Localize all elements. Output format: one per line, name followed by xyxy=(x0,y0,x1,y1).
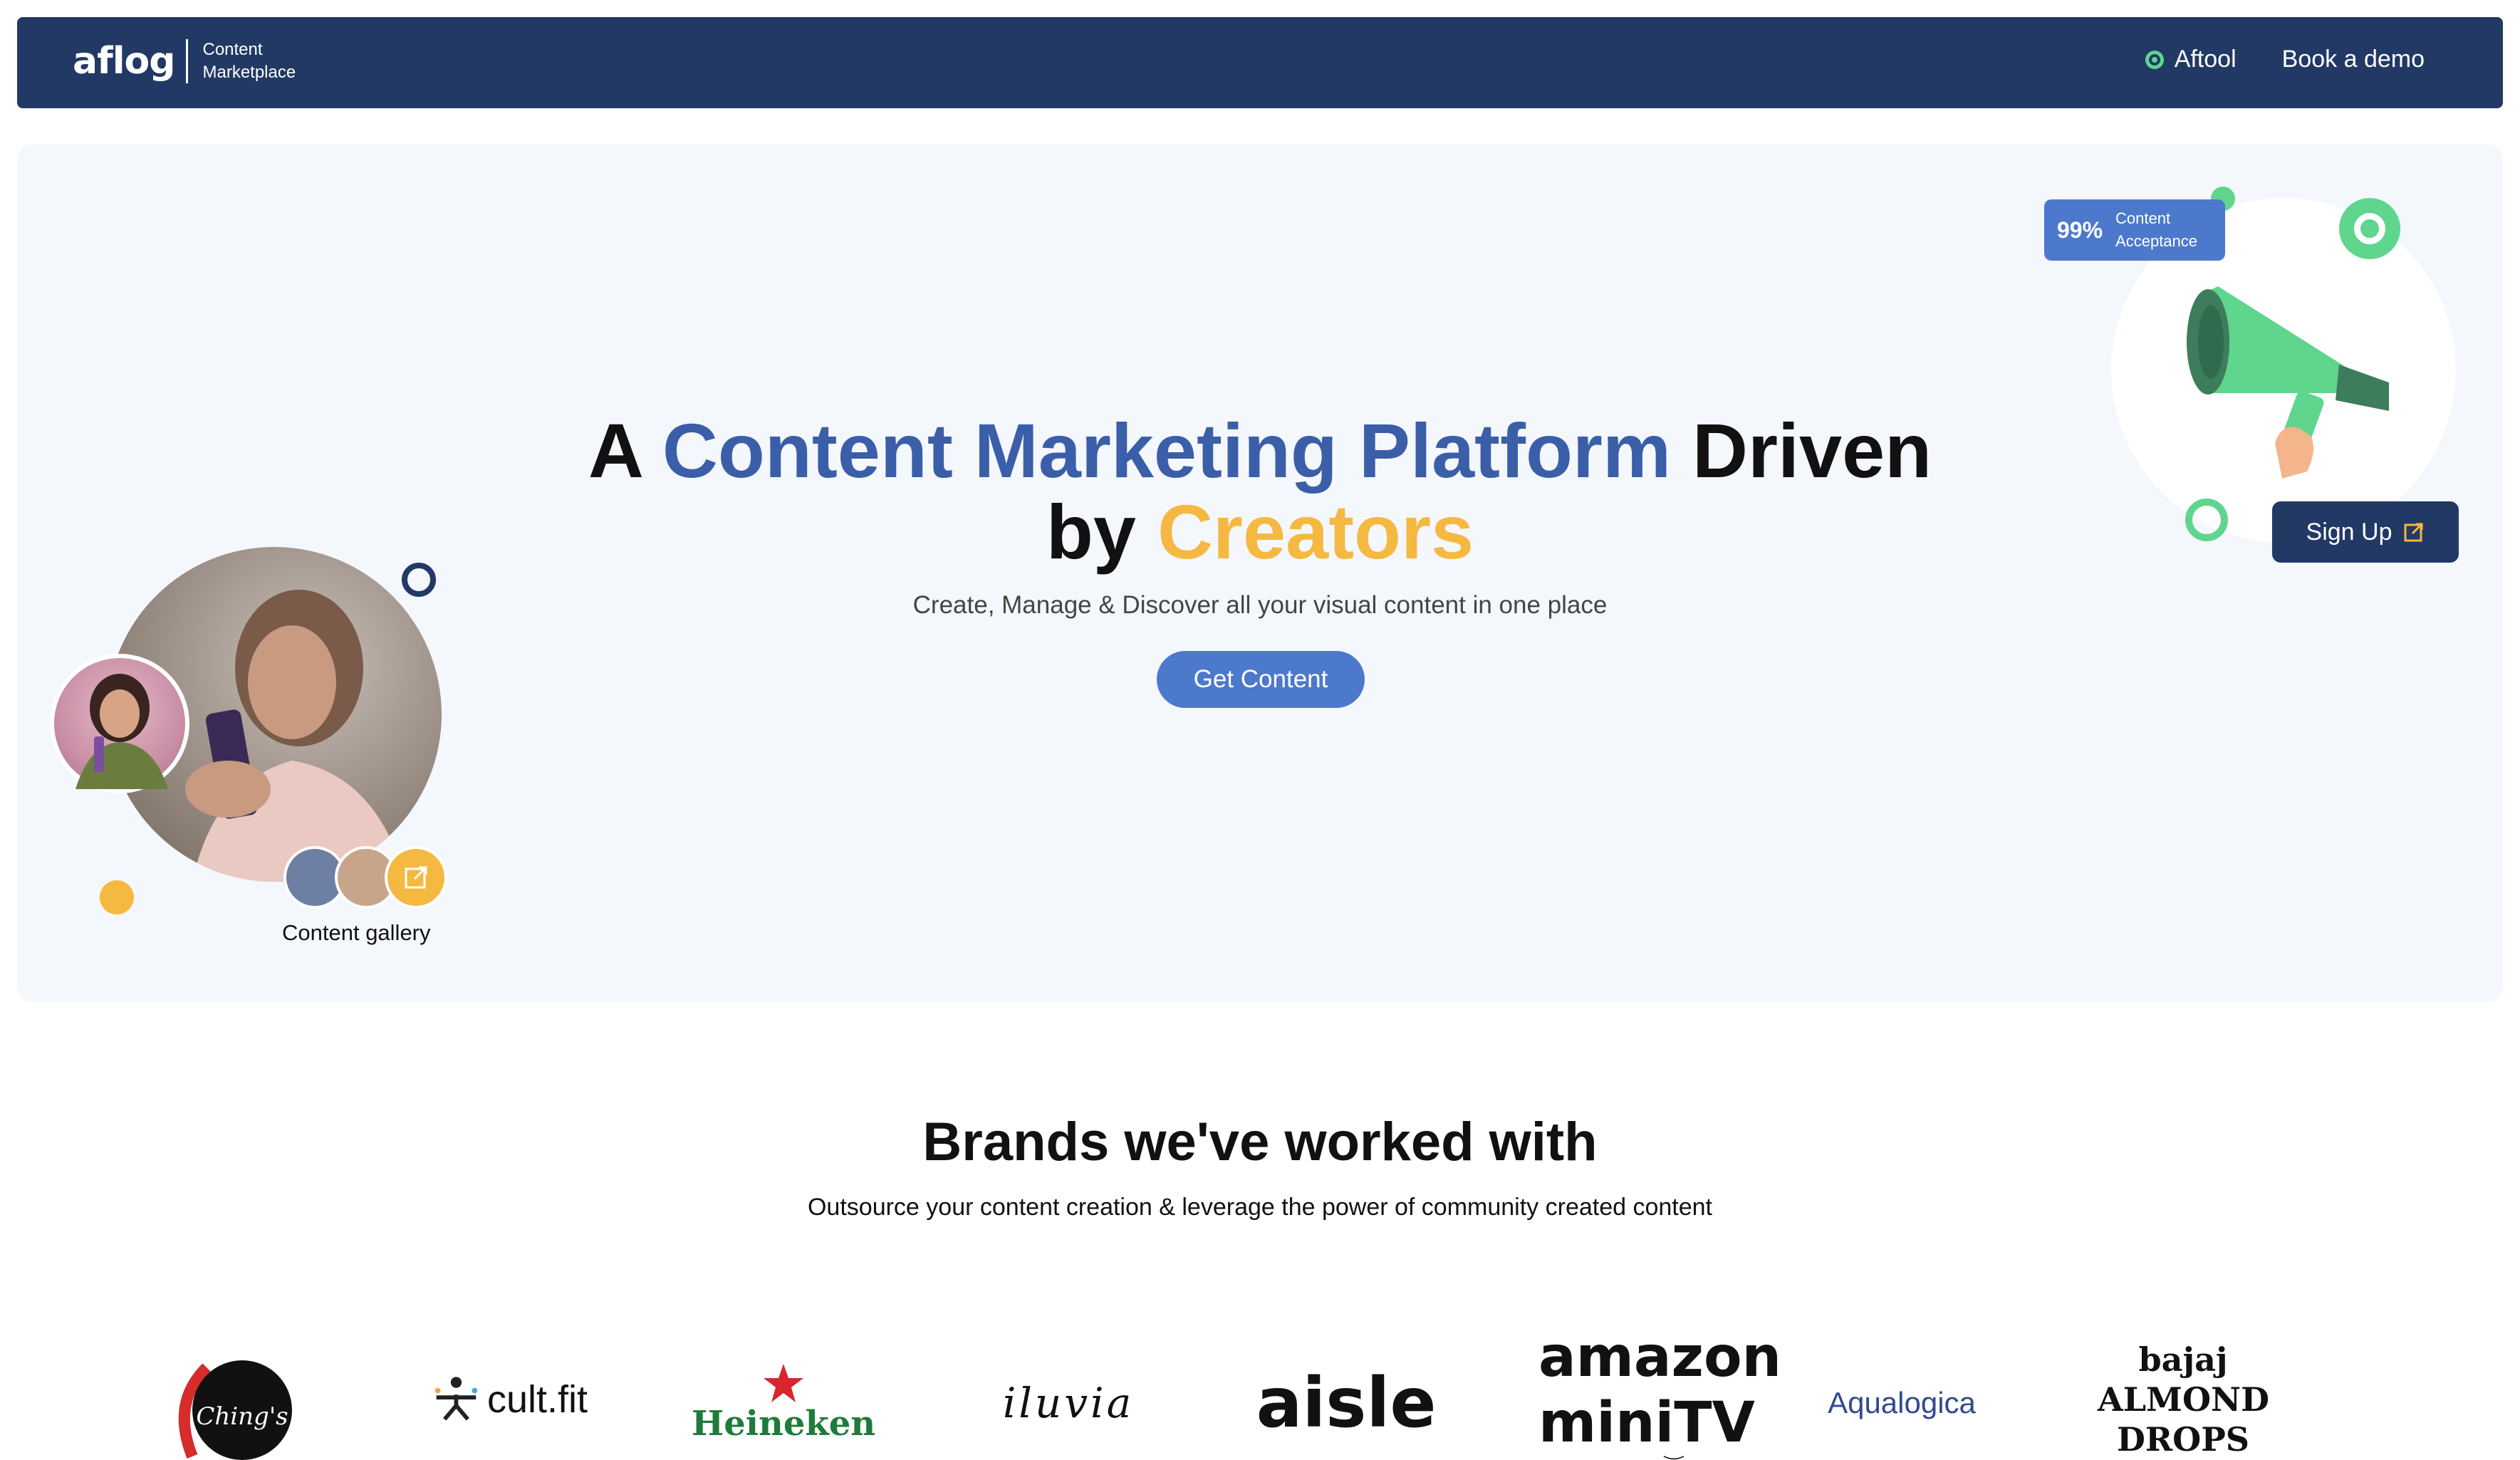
gallery-creator-thumbnail xyxy=(50,654,189,793)
badge-value: 99% xyxy=(2057,217,2103,243)
ring-decoration-green xyxy=(2185,499,2228,541)
badge-label: Content Acceptance xyxy=(2115,207,2197,253)
content-gallery-label: Content gallery xyxy=(282,920,431,945)
brands-section-title: Brands we've worked with xyxy=(922,1112,1598,1172)
brand-logo-cultfit: cult.fit xyxy=(431,1367,588,1432)
sign-up-button[interactable]: Sign Up xyxy=(2272,501,2459,563)
brand-logo-iluvia-text: iluvia xyxy=(1002,1379,1135,1427)
brand-logo-bajaj-text: bajaj ALMOND DROPS xyxy=(2098,1340,2269,1459)
brand-logo-heineken: Heineken xyxy=(692,1357,875,1449)
brand-logo-chings: Ching's xyxy=(164,1353,306,1460)
brand-logo-amazon-minitv: amazon miniTV xyxy=(1538,1325,1809,1460)
ring-decoration-navy xyxy=(402,563,436,597)
badge-label-line1: Content xyxy=(2115,209,2171,227)
brand-logo-cultfit-text: cult.fit xyxy=(486,1378,588,1421)
aflog-logo: aflog xyxy=(73,40,175,83)
logo-subtitle-line1: Content xyxy=(202,40,263,59)
brand-logo-amazon-minitv-text: amazon miniTV xyxy=(1538,1325,1782,1455)
brand-logo-aisle-text: aisle xyxy=(1256,1363,1437,1443)
cultfit-mark-icon xyxy=(434,1377,478,1421)
dot-decoration-yellow xyxy=(100,880,134,914)
logo-subtitle-line2: Marketplace xyxy=(202,63,296,82)
nav-link-aftool[interactable]: Aftool xyxy=(2145,46,2237,73)
logo-divider xyxy=(186,39,189,83)
get-content-button[interactable]: Get Content xyxy=(1157,651,1365,708)
amazon-smile-icon xyxy=(1663,1456,1685,1460)
brands-section-subtitle: Outsource your content creation & levera… xyxy=(807,1194,1713,1221)
nav-links: Aftool Book a demo xyxy=(2145,46,2425,73)
brand-logo-aqualogica: Aqualogica xyxy=(1820,1382,1984,1424)
hero-title-a: A xyxy=(588,407,641,494)
brand-logo-aisle: aisle xyxy=(1256,1363,1437,1443)
badge-label-line2: Acceptance xyxy=(2115,232,2198,250)
top-navbar: aflog Content Marketplace Aftool Book a … xyxy=(17,17,2503,108)
sign-up-label: Sign Up xyxy=(2306,518,2393,546)
brand-logo-aqualogica-text: Aqualogica xyxy=(1828,1386,1976,1419)
external-link-icon xyxy=(2404,523,2423,542)
hero-title-driven: Driven xyxy=(1692,407,1932,494)
content-gallery-link-button[interactable] xyxy=(385,846,447,909)
aftool-icon xyxy=(2145,50,2164,69)
hero-title-highlight: Content Marketing Platform xyxy=(662,407,1671,494)
hero-title-by: by xyxy=(1046,489,1136,575)
content-acceptance-badge: 99% Content Acceptance xyxy=(2044,199,2225,261)
brand-logo-heineken-text: Heineken xyxy=(691,1404,876,1444)
nav-link-aftool-label: Aftool xyxy=(2174,46,2237,73)
external-link-icon xyxy=(405,866,427,889)
logo-subtitle: Content Marketplace xyxy=(202,38,296,84)
brand-logo-bajaj-almond-drops: bajaj ALMOND DROPS xyxy=(2098,1339,2269,1460)
aflog-symbol-icon xyxy=(2339,198,2400,259)
red-star-icon xyxy=(764,1364,803,1402)
brand-logo-iluvia: iluvia xyxy=(983,1375,1154,1432)
brand-logo-chings-text: Ching's xyxy=(196,1402,288,1431)
nav-link-book-demo[interactable]: Book a demo xyxy=(2282,46,2425,73)
hero-title-creators: Creators xyxy=(1157,489,1474,575)
megaphone-icon xyxy=(2187,286,2389,479)
brand-logo-link[interactable]: aflog Content Marketplace xyxy=(73,38,296,84)
